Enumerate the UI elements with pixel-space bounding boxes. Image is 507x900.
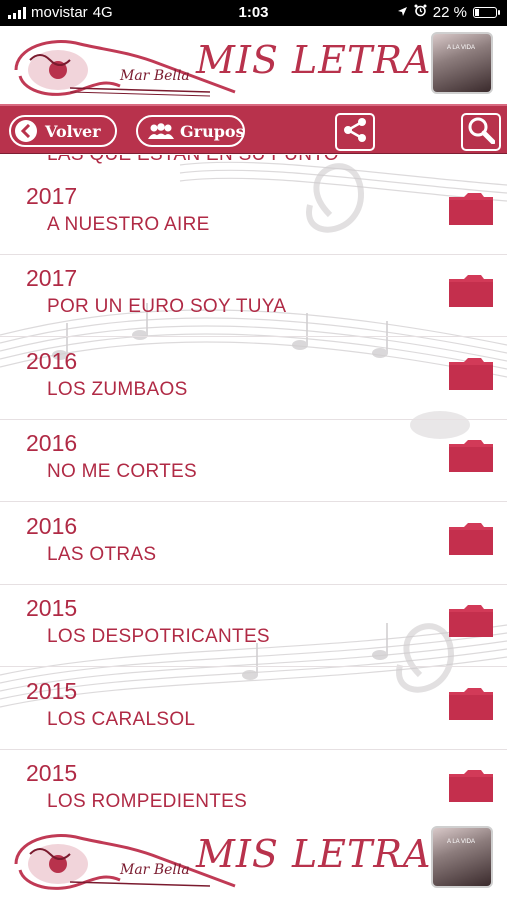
groups-button-label: Grupos — [180, 121, 245, 141]
item-name: LOS ROMPEDIENTES — [47, 791, 248, 812]
app-title: MIS LETRAS — [196, 38, 459, 82]
search-button[interactable] — [461, 113, 501, 151]
alarm-icon — [414, 4, 427, 21]
status-right: 22 % — [397, 4, 500, 21]
cover-text: A LA VIDA — [447, 45, 476, 51]
list-item[interactable]: 2017 POR UN EURO SOY TUYA — [0, 255, 507, 337]
group-icon — [148, 123, 174, 139]
item-name: LAS OTRAS — [47, 544, 157, 565]
item-year: 2015 — [26, 760, 78, 786]
folder-icon — [449, 440, 493, 472]
item-year: 2015 — [26, 678, 78, 704]
album-cover-thumbnail[interactable]: A LA VIDA — [431, 826, 493, 888]
folder-icon — [449, 275, 493, 307]
item-name: LOS CARALSOL — [47, 709, 196, 730]
search-icon — [467, 116, 496, 149]
toolbar: Volver Grupos — [0, 104, 507, 154]
folder-icon — [449, 523, 493, 555]
list-item[interactable]: 2017 A NUESTRO AIRE — [0, 173, 507, 255]
group-list[interactable]: LAS QUE ESTAN EN SU PUNTO 2017 A NUESTRO… — [0, 155, 507, 820]
item-name: NO ME CORTES — [47, 461, 197, 482]
item-name: A NUESTRO AIRE — [47, 214, 210, 235]
item-name: POR UN EURO SOY TUYA — [47, 296, 287, 317]
header-banner: Mar Bella MIS LETRAS A LA VIDA — [0, 26, 507, 106]
item-year: 2016 — [26, 348, 78, 374]
battery-percent: 22 % — [432, 4, 467, 21]
folder-icon — [449, 193, 493, 225]
chevron-left-icon — [15, 120, 37, 142]
item-name: LOS ZUMBAOS — [47, 379, 188, 400]
back-button[interactable]: Volver — [9, 115, 117, 147]
item-year: 2017 — [26, 183, 78, 209]
share-icon — [342, 117, 368, 148]
item-year: 2016 — [26, 513, 78, 539]
list-item[interactable]: 2016 LAS OTRAS — [0, 503, 507, 585]
logo-text: Mar Bella — [119, 862, 190, 878]
album-cover-thumbnail[interactable]: A LA VIDA — [431, 32, 493, 94]
back-button-label: Volver — [45, 121, 101, 141]
item-year: 2017 — [26, 265, 78, 291]
list-item[interactable]: 2015 LOS ROMPEDIENTES — [0, 750, 507, 820]
list-item[interactable]: 2016 NO ME CORTES — [0, 420, 507, 502]
location-icon — [397, 4, 408, 21]
list-item[interactable]: 2015 LOS DESPOTRICANTES — [0, 585, 507, 667]
item-year: 2016 — [26, 430, 78, 456]
share-button[interactable] — [335, 113, 375, 151]
footer-banner: Mar Bella MIS LETRAS A LA VIDA — [0, 820, 507, 900]
logo-text: Mar Bella — [119, 68, 190, 84]
status-bar: movistar 4G 1:03 22 % — [0, 0, 507, 26]
list-item[interactable]: 2015 LOS CARALSOL — [0, 668, 507, 750]
folder-icon — [449, 358, 493, 390]
folder-icon — [449, 688, 493, 720]
groups-button[interactable]: Grupos — [136, 115, 245, 147]
folder-icon — [449, 770, 493, 802]
folder-icon — [449, 605, 493, 637]
cover-text: A LA VIDA — [447, 839, 476, 845]
battery-icon — [473, 7, 500, 18]
partial-list-item-name: LAS QUE ESTAN EN SU PUNTO — [47, 155, 339, 166]
footer-title: MIS LETRAS — [196, 832, 459, 876]
item-year: 2015 — [26, 595, 78, 621]
item-name: LOS DESPOTRICANTES — [47, 626, 270, 647]
list-item[interactable]: 2016 LOS ZUMBAOS — [0, 338, 507, 420]
